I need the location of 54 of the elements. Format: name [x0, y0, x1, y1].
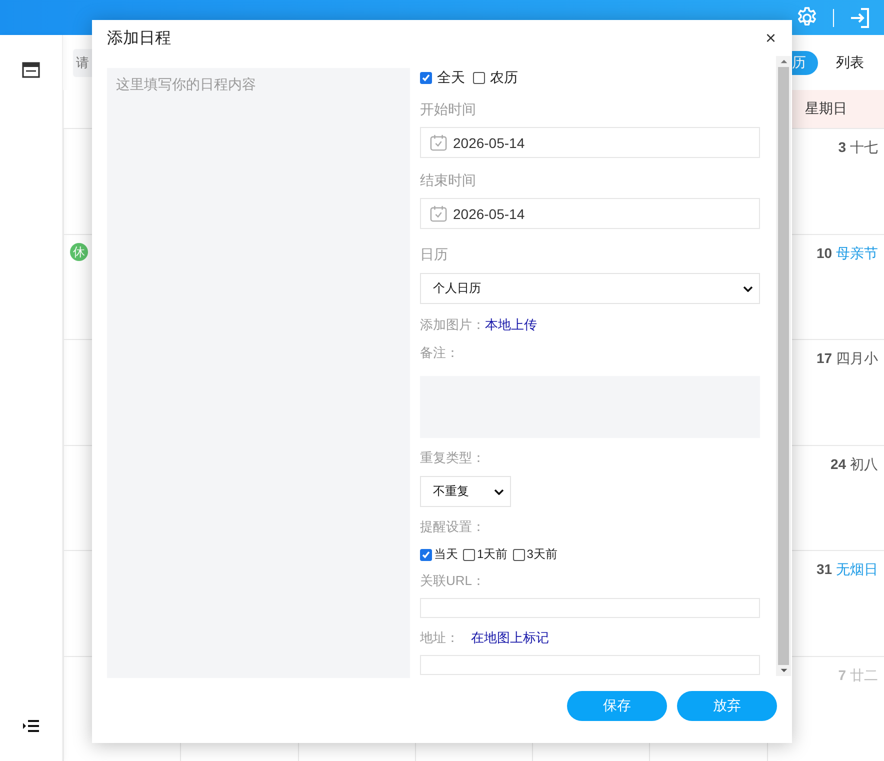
- holiday-badge: 休: [70, 243, 88, 261]
- field-label: 关联URL：: [420, 572, 486, 590]
- field-label: 提醒设置：: [420, 518, 485, 536]
- date-field[interactable]: 2026-05-14: [420, 198, 760, 229]
- calendar-icon: [430, 205, 447, 222]
- checkbox[interactable]: [463, 548, 475, 560]
- map-link[interactable]: 在地图上标记: [471, 629, 549, 647]
- checkbox[interactable]: [473, 72, 485, 84]
- checkbox-label: 全天: [437, 69, 465, 87]
- festival-label: 母亲节: [836, 244, 878, 260]
- indent-icon[interactable]: [23, 719, 39, 733]
- lunar-date: 十七: [850, 139, 878, 155]
- calendar-icon: [430, 134, 447, 151]
- lunar-date: 廿二: [850, 666, 878, 682]
- checkbox[interactable]: [420, 72, 432, 84]
- date-label: 17: [816, 350, 832, 366]
- field-label: 结束时间: [420, 172, 476, 190]
- chevron-down-icon: [743, 286, 753, 292]
- field-label: 地址：: [420, 629, 459, 647]
- dialog-title: 添加日程: [107, 28, 171, 48]
- date-label: 31: [816, 561, 832, 577]
- field-label: 重复类型：: [420, 449, 485, 467]
- checkbox-label: 3天前: [526, 546, 558, 563]
- scrollbar[interactable]: [776, 56, 791, 676]
- chevron-down-icon: [494, 488, 504, 494]
- address-field[interactable]: [420, 655, 760, 675]
- url-field[interactable]: [420, 598, 760, 618]
- calendar-icon[interactable]: [22, 62, 40, 78]
- checkbox[interactable]: [512, 548, 525, 560]
- field-label: 日历: [420, 246, 448, 264]
- calendar-select[interactable]: 个人日历: [420, 273, 760, 304]
- date-field[interactable]: 2026-05-14: [420, 127, 760, 158]
- date-label: 10: [816, 244, 832, 260]
- date-label: 24: [830, 456, 846, 472]
- lunar-date: 四月小: [836, 350, 878, 366]
- field-label: 备注：: [420, 344, 459, 362]
- checkbox[interactable]: [420, 548, 432, 560]
- checkbox-label: 农历: [490, 69, 518, 87]
- festival-label: 无烟日: [836, 561, 878, 577]
- checkbox-label: 当天: [434, 546, 458, 563]
- upload-link[interactable]: 本地上传: [485, 316, 537, 334]
- field-label: 添加图片：: [420, 316, 485, 334]
- lunar-date: 初八: [850, 456, 878, 472]
- date-label: 3: [838, 139, 846, 155]
- date-label: 7: [838, 666, 846, 682]
- exit-icon[interactable]: [848, 6, 872, 30]
- scroll-down-icon[interactable]: [780, 668, 788, 673]
- repeat-select[interactable]: 不重复: [420, 476, 511, 507]
- scroll-up-icon[interactable]: [780, 59, 788, 64]
- content-field[interactable]: 这里填写你的日程内容: [107, 68, 410, 678]
- view-tab[interactable]: 列表: [824, 50, 876, 74]
- close-button[interactable]: ×: [761, 28, 780, 48]
- field-label: 开始时间: [420, 101, 476, 119]
- checkbox-label: 1天前: [477, 546, 508, 563]
